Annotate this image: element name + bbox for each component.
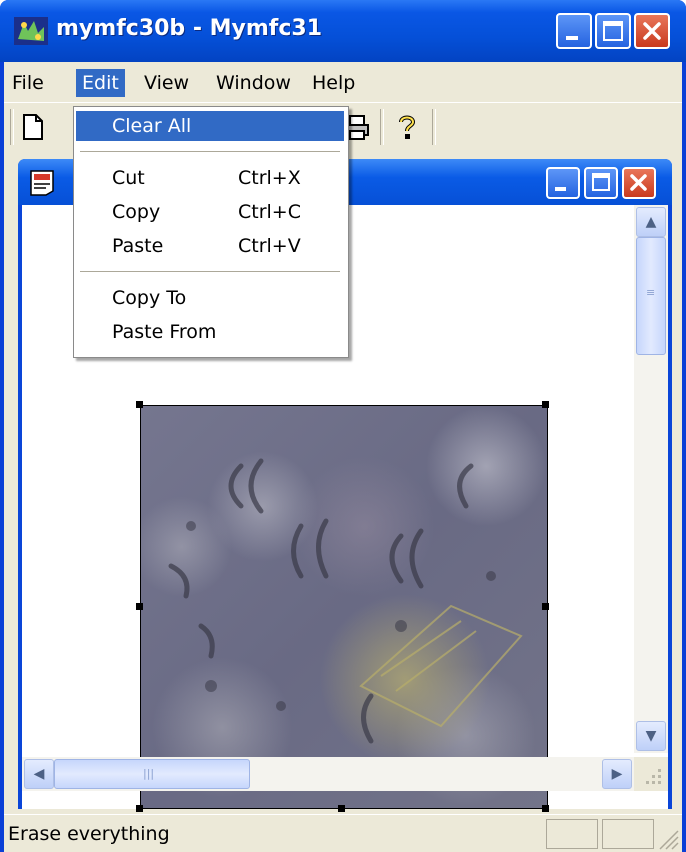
menu-view[interactable]: View [138,69,195,97]
document-close-button[interactable] [622,167,656,199]
vertical-scroll-thumb[interactable]: ≡ [636,237,666,355]
status-pane [602,819,654,849]
menu-bar: File Edit View Window Help [4,62,682,102]
edit-menu-dropdown: Clear All Cut Ctrl+X Copy Ctrl+C Paste C… [73,106,349,358]
menu-item-copy-to[interactable]: Copy To [76,283,344,313]
menu-item-label: Paste From [112,321,217,343]
scroll-down-button[interactable]: ▼ [636,721,666,751]
menu-item-label: Paste [112,235,164,257]
menu-item-cut[interactable]: Cut Ctrl+X [76,163,344,193]
menu-item-label: Copy To [112,287,187,309]
vertical-scrollbar[interactable]: ▲ ≡ ▼ [634,205,668,753]
maximize-icon [603,21,623,41]
resize-handle[interactable] [136,805,143,812]
menu-item-shortcut: Ctrl+V [238,235,301,257]
status-pane [546,819,598,849]
new-file-icon[interactable] [20,113,46,141]
fan-pattern-image [168,458,523,772]
close-button[interactable] [634,13,670,49]
close-icon [630,174,647,191]
menu-item-shortcut: Ctrl+C [238,201,301,223]
minimize-icon [566,36,578,40]
resize-handle[interactable] [542,805,549,812]
menu-item-paste-from[interactable]: Paste From [76,317,344,347]
size-grip-icon [646,769,661,784]
resize-grip-icon[interactable] [656,825,680,851]
document-maximize-button[interactable] [584,167,618,199]
toolbar-separator [432,109,436,145]
grip-icon: ≡ [646,286,656,299]
title-bar[interactable]: mymfc30b - Mymfc31 [0,0,686,62]
maximize-icon [592,173,610,191]
close-icon [643,22,661,40]
horizontal-scrollbar[interactable]: ◀ ||| ▶ [22,757,634,791]
menu-item-shortcut: Ctrl+X [238,167,301,189]
window-title: mymfc30b - Mymfc31 [56,16,322,41]
scroll-right-button[interactable]: ▶ [602,759,632,789]
menu-item-clear-all[interactable]: Clear All [76,111,344,141]
menu-item-label: Clear All [112,115,192,137]
menu-item-paste[interactable]: Paste Ctrl+V [76,231,344,261]
maximize-button[interactable] [595,13,631,49]
scroll-left-button[interactable]: ◀ [24,759,54,789]
resize-handle[interactable] [542,603,549,610]
menu-item-label: Cut [112,167,145,189]
resize-handle[interactable] [136,603,143,610]
resize-handle[interactable] [338,805,345,812]
grip-icon: ||| [143,767,155,780]
menu-separator [80,271,340,272]
horizontal-scroll-thumb[interactable]: ||| [54,759,250,789]
size-grip[interactable] [634,757,668,791]
toolbar-separator [10,109,14,145]
menu-file[interactable]: File [6,69,50,97]
minimize-button[interactable] [556,13,592,49]
toolbar-separator [380,109,384,145]
menu-item-copy[interactable]: Copy Ctrl+C [76,197,344,227]
menu-help[interactable]: Help [306,69,361,97]
menu-window[interactable]: Window [210,69,297,97]
menu-edit[interactable]: Edit [76,69,125,97]
status-bar: Erase everything [4,814,682,852]
resize-handle[interactable] [136,401,143,408]
app-icon [14,17,48,45]
resize-handle[interactable] [542,401,549,408]
menu-item-label: Copy [112,201,161,223]
minimize-icon [555,187,566,191]
help-icon[interactable] [394,113,420,141]
menu-separator [80,151,340,152]
embedded-image[interactable] [140,405,548,809]
scroll-up-button[interactable]: ▲ [636,207,666,237]
document-icon [30,170,54,196]
document-minimize-button[interactable] [546,167,580,199]
status-text: Erase everything [8,823,170,845]
